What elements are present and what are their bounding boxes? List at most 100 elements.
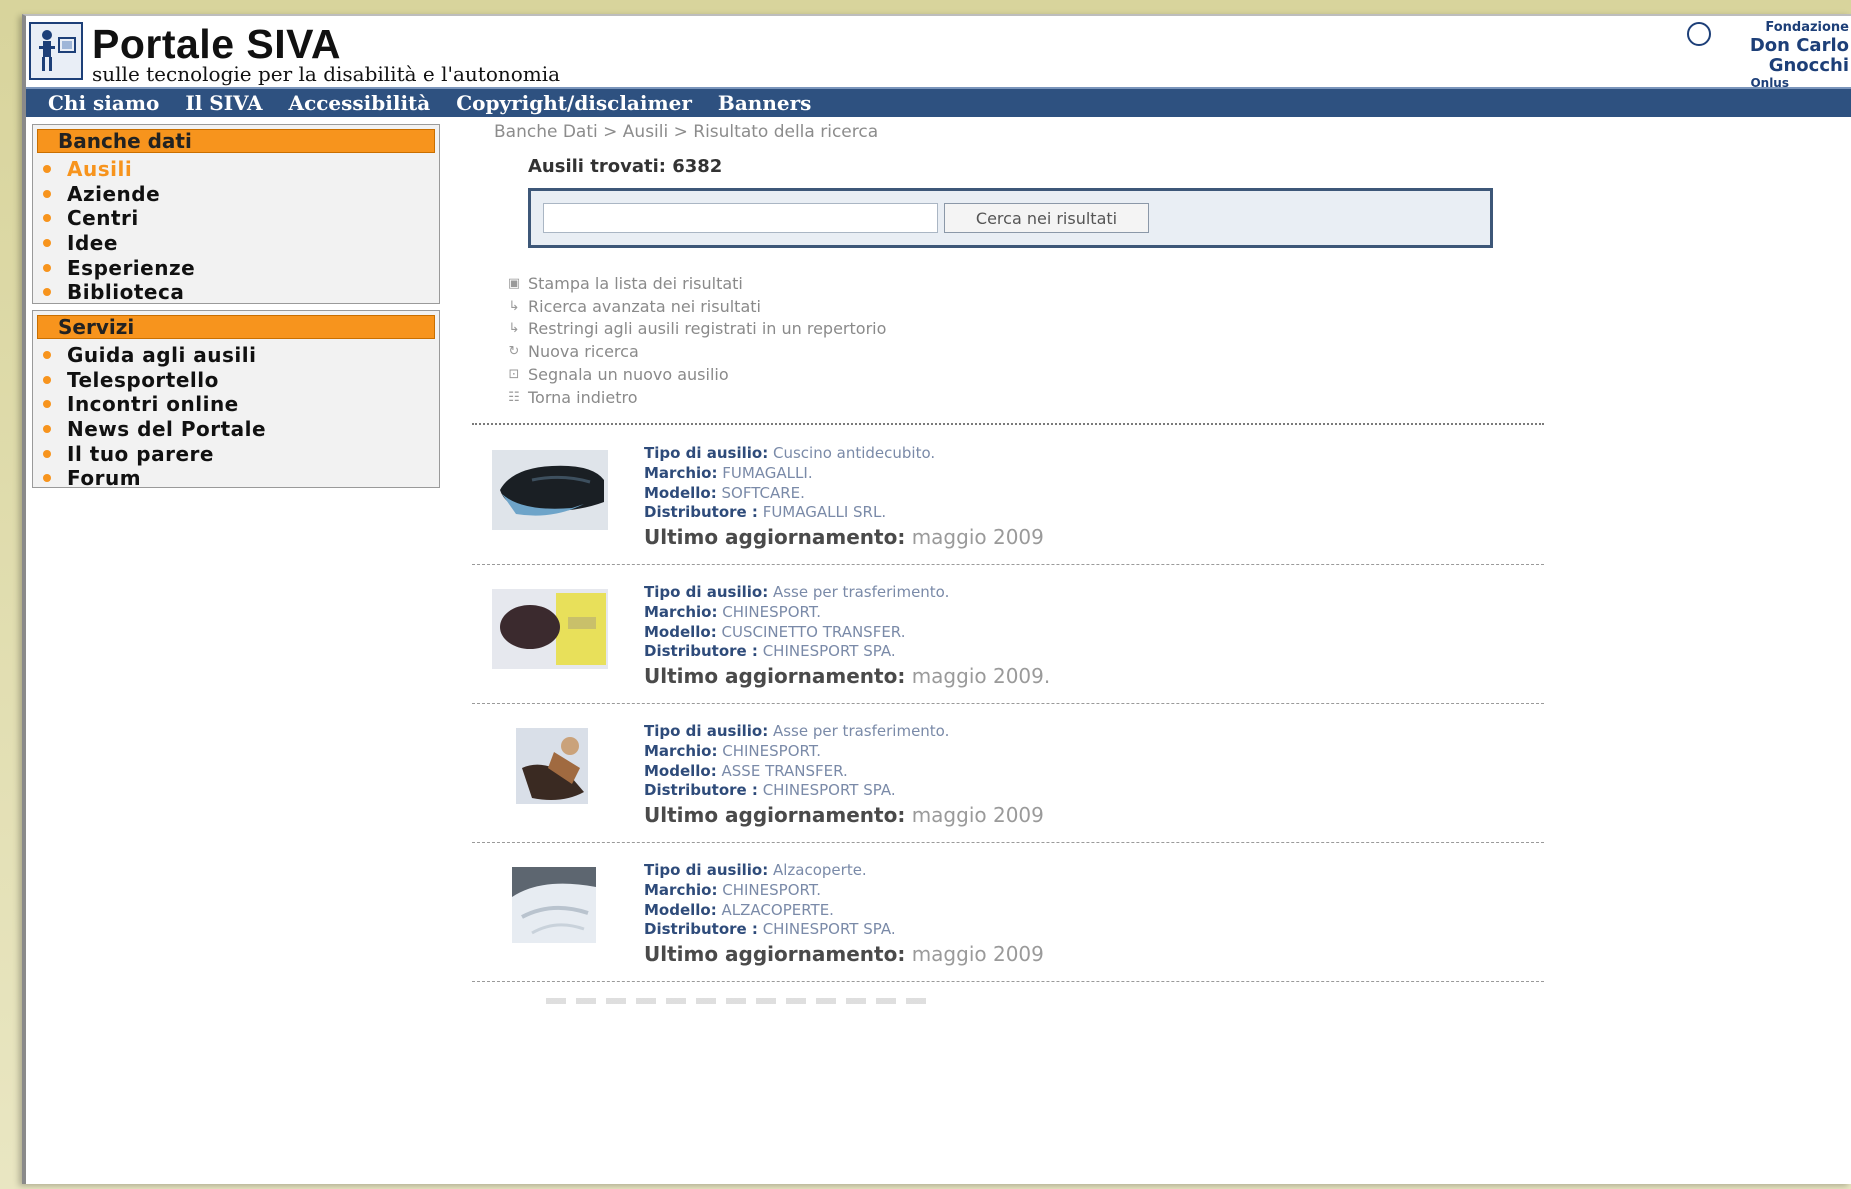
result-thumbnail[interactable] bbox=[492, 589, 608, 669]
bullet-icon bbox=[43, 474, 51, 483]
sidebar-item-esperienze[interactable]: Esperienze bbox=[43, 255, 439, 280]
updated-label: Ultimo aggiornamento: bbox=[644, 942, 906, 967]
brand-value[interactable]: CHINESPORT. bbox=[722, 603, 821, 621]
sidebar-item-idee[interactable]: Idee bbox=[43, 231, 439, 256]
bullet-icon bbox=[43, 189, 51, 198]
action-list: ▣ Stampa la lista dei risultati ↳ Ricerca … bbox=[504, 272, 887, 409]
sidebar-item-guida[interactable]: Guida agli ausili bbox=[43, 343, 439, 368]
action-new-search[interactable]: ↻ Nuova ricerca bbox=[504, 340, 886, 363]
updated-value: maggio 2009 bbox=[911, 942, 1044, 967]
distributor-value[interactable]: FUMAGALLI SRL. bbox=[763, 503, 886, 521]
nav-il-siva[interactable]: Il SIVA bbox=[185, 91, 262, 115]
bullet-icon bbox=[43, 449, 51, 458]
result-thumbnail[interactable] bbox=[492, 867, 608, 947]
print-icon: ▣ bbox=[507, 275, 521, 291]
sidebar-services-title: Servizi bbox=[37, 315, 435, 339]
partner-logo[interactable]: Fondazione Don Carlo Gnocchi Onlus bbox=[1679, 20, 1849, 90]
brand-label: Marchio: bbox=[644, 741, 718, 760]
search-in-results-button[interactable]: Cerca nei risultati bbox=[944, 203, 1149, 233]
divider bbox=[472, 423, 1544, 425]
new-search-icon: ↻ bbox=[508, 344, 520, 360]
updated-value: maggio 2009 bbox=[911, 525, 1044, 550]
siva-logo[interactable] bbox=[29, 22, 83, 80]
type-label: Tipo di ausilio: bbox=[644, 583, 769, 601]
result-thumbnail[interactable] bbox=[492, 728, 608, 808]
sidebar-item-forum[interactable]: Forum bbox=[43, 466, 439, 491]
nav-accessibilita[interactable]: Accessibilità bbox=[289, 91, 431, 115]
cushion-image bbox=[492, 450, 608, 530]
brand-label: Marchio: bbox=[644, 463, 718, 482]
sidebar-item-telesportello[interactable]: Telesportello bbox=[43, 368, 439, 393]
sidebar-item-incontri[interactable]: Incontri online bbox=[43, 392, 439, 417]
bullet-icon bbox=[43, 263, 51, 272]
blanket-lifter-image bbox=[492, 867, 608, 947]
site-title[interactable]: Portale SIVA bbox=[92, 22, 341, 66]
type-value[interactable]: Asse per trasferimento. bbox=[773, 583, 949, 601]
result-item: Tipo di ausilio: Asse per trasferimento.… bbox=[492, 722, 1552, 852]
brand-value[interactable]: FUMAGALLI. bbox=[722, 464, 812, 482]
top-nav: Chi siamo Il SIVA Accessibilità Copyrigh… bbox=[26, 87, 1851, 117]
search-input[interactable] bbox=[543, 203, 938, 233]
model-label: Modello: bbox=[644, 761, 717, 780]
sidebar-item-aziende[interactable]: Aziende bbox=[43, 182, 439, 207]
accessibility-icon bbox=[39, 30, 76, 71]
result-thumbnail[interactable] bbox=[492, 450, 608, 530]
updated-label: Ultimo aggiornamento: bbox=[644, 525, 906, 550]
updated-value: maggio 2009 bbox=[911, 803, 1044, 828]
divider bbox=[472, 564, 1544, 565]
updated-value: maggio 2009. bbox=[911, 664, 1051, 689]
sidebar-services: Servizi Guida agli ausili Telesportello … bbox=[32, 310, 440, 491]
result-info: Tipo di ausilio: Alzacoperte. Marchio: C… bbox=[644, 861, 1044, 968]
type-label: Tipo di ausilio: bbox=[644, 861, 769, 879]
report-icon: ⊡ bbox=[508, 367, 520, 383]
distributor-label: Distributore : bbox=[644, 920, 758, 939]
brand-value[interactable]: CHINESPORT. bbox=[722, 881, 821, 899]
next-result-partial bbox=[546, 998, 926, 1004]
result-item: Tipo di ausilio: Asse per trasferimento.… bbox=[492, 583, 1552, 713]
distributor-value[interactable]: CHINESPORT SPA. bbox=[763, 920, 896, 938]
sidebar-item-centri[interactable]: Centri bbox=[43, 206, 439, 231]
action-back[interactable]: ☷ Torna indietro bbox=[504, 386, 886, 409]
filter-icon: ↳ bbox=[508, 321, 520, 337]
model-label: Modello: bbox=[644, 622, 717, 641]
divider bbox=[472, 842, 1544, 843]
transfer-board-image bbox=[492, 728, 608, 808]
sidebar-item-ausili[interactable]: Ausili bbox=[43, 157, 439, 182]
brand-value[interactable]: CHINESPORT. bbox=[722, 742, 821, 760]
model-value[interactable]: ASSE TRANSFER. bbox=[722, 762, 848, 780]
action-restrict[interactable]: ↳ Restringi agli ausili registrati in un … bbox=[504, 318, 887, 341]
action-report[interactable]: ⊡ Segnala un nuovo ausilio bbox=[504, 363, 886, 386]
model-value[interactable]: CUSCINETTO TRANSFER. bbox=[722, 623, 906, 641]
distributor-label: Distributore : bbox=[644, 642, 758, 661]
bullet-icon bbox=[43, 351, 51, 360]
distributor-value[interactable]: CHINESPORT SPA. bbox=[763, 781, 896, 799]
distributor-value[interactable]: CHINESPORT SPA. bbox=[763, 642, 896, 660]
distributor-label: Distributore : bbox=[644, 781, 758, 800]
sidebar-item-biblioteca[interactable]: Biblioteca bbox=[43, 280, 439, 305]
nav-chi-siamo[interactable]: Chi siamo bbox=[48, 91, 159, 115]
distributor-label: Distributore : bbox=[644, 503, 758, 522]
sidebar-item-news[interactable]: News del Portale bbox=[43, 417, 439, 442]
nav-banners[interactable]: Banners bbox=[718, 91, 811, 115]
updated-label: Ultimo aggiornamento: bbox=[644, 664, 906, 689]
bullet-icon bbox=[43, 214, 51, 223]
result-item: Tipo di ausilio: Alzacoperte. Marchio: C… bbox=[492, 861, 1552, 991]
divider bbox=[472, 703, 1544, 704]
type-value[interactable]: Asse per trasferimento. bbox=[773, 722, 949, 740]
action-advanced-search[interactable]: ↳ Ricerca avanzata nei risultati bbox=[504, 295, 886, 318]
nav-copyright[interactable]: Copyright/disclaimer bbox=[456, 91, 692, 115]
bullet-icon bbox=[43, 425, 51, 434]
type-value[interactable]: Alzacoperte. bbox=[773, 861, 867, 879]
site-header: Portale SIVA sulle tecnologie per la dis… bbox=[26, 16, 1851, 90]
site-subtitle: sulle tecnologie per la disabilità e l'a… bbox=[92, 62, 561, 86]
type-value[interactable]: Cuscino antidecubito. bbox=[773, 444, 935, 462]
result-info: Tipo di ausilio: Cuscino antidecubito. M… bbox=[644, 444, 1044, 551]
model-value[interactable]: ALZACOPERTE. bbox=[722, 901, 834, 919]
sidebar-databases-title: Banche dati bbox=[37, 129, 435, 153]
foundation-emblem-icon bbox=[1687, 22, 1711, 46]
breadcrumb[interactable]: Banche Dati > Ausili > Risultato della r… bbox=[494, 122, 878, 142]
search-icon: ↳ bbox=[508, 298, 520, 314]
sidebar-item-parere[interactable]: Il tuo parere bbox=[43, 441, 439, 466]
model-value[interactable]: SOFTCARE. bbox=[722, 484, 805, 502]
action-print[interactable]: ▣ Stampa la lista dei risultati bbox=[504, 272, 886, 295]
